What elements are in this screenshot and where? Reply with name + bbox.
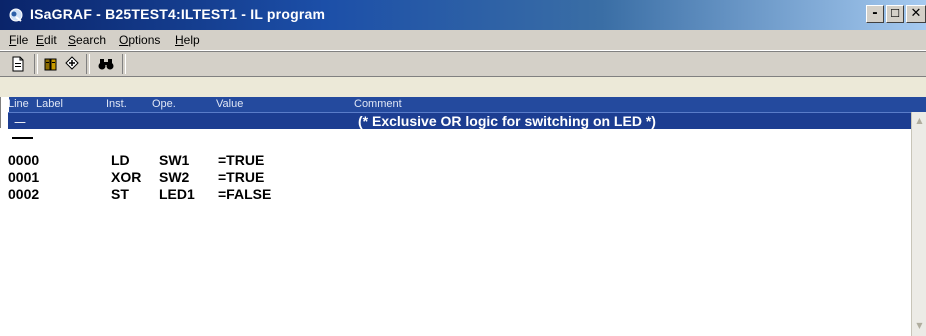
row-value: =TRUE: [218, 169, 265, 185]
maximize-button[interactable]: ☐: [886, 5, 904, 23]
menu-options-label: ptions: [128, 33, 161, 47]
column-label[interactable]: Label: [36, 98, 63, 110]
menu-file[interactable]: File: [9, 33, 28, 47]
compile-icon[interactable]: [62, 54, 82, 74]
toolbar: [0, 51, 926, 77]
column-ope[interactable]: Ope.: [152, 98, 176, 110]
title-bar: ISaGRAF - B25TEST4:ILTEST1 - IL program …: [0, 0, 926, 30]
column-comment[interactable]: Comment: [354, 98, 402, 110]
isagraf-app-icon[interactable]: [8, 7, 24, 23]
toolbar-separator: [34, 54, 38, 74]
menu-edit[interactable]: Edit: [36, 33, 57, 47]
menu-help[interactable]: Help: [175, 33, 200, 47]
row-instruction: ST: [111, 186, 129, 202]
library-icon[interactable]: [42, 54, 62, 74]
il-editor[interactable]: 0000 LD SW1 =TRUE 0001 XOR SW2 =TRUE 000…: [0, 128, 911, 336]
menu-search-mnemonic: S: [68, 33, 77, 47]
row-operand: LED1: [159, 186, 195, 202]
menu-help-label: elp: [183, 33, 200, 47]
menu-options[interactable]: Options: [119, 33, 160, 47]
menu-edit-mnemonic: E: [36, 33, 45, 47]
menu-bar: File Edit Search Options Help: [0, 30, 926, 51]
row-instruction: LD: [111, 152, 130, 168]
row-instruction: XOR: [111, 169, 142, 185]
row-operand: SW2: [159, 169, 190, 185]
vertical-scrollbar[interactable]: ▲ ▼: [911, 112, 926, 336]
row-value: =TRUE: [218, 152, 265, 168]
menu-help-mnemonic: H: [175, 33, 184, 47]
document-icon[interactable]: [8, 54, 28, 74]
minimize-button[interactable]: -: [866, 5, 884, 23]
menu-search-label: earch: [76, 33, 107, 47]
banner-line-marker: —: [14, 115, 26, 129]
column-header-bar: Line Label Inst. Ope. Value Comment: [0, 97, 926, 112]
menu-file-label: ile: [16, 33, 29, 47]
row-line-number: 0002: [8, 186, 40, 202]
menu-options-mnemonic: O: [119, 33, 129, 47]
window-title: ISaGRAF - B25TEST4:ILTEST1 - IL program: [30, 6, 326, 22]
toolbar-separator: [86, 54, 90, 74]
comment-row-selected[interactable]: — (* Exclusive OR logic for switching on…: [8, 112, 911, 129]
row-line-number: 0001: [8, 169, 40, 185]
close-button[interactable]: ✕: [906, 5, 926, 23]
menu-edit-label: dit: [44, 33, 57, 47]
row-line-number: 0000: [8, 152, 40, 168]
column-line[interactable]: Line: [8, 98, 29, 110]
column-inst[interactable]: Inst.: [106, 98, 127, 110]
menu-search[interactable]: Search: [68, 33, 106, 47]
scroll-up-arrow-icon[interactable]: ▲: [914, 114, 925, 128]
separator-line-marker: [12, 137, 33, 139]
binoculars-icon[interactable]: [96, 54, 116, 74]
column-value[interactable]: Value: [216, 98, 243, 110]
scroll-down-arrow-icon[interactable]: ▼: [914, 319, 925, 333]
toolbar-separator: [122, 54, 126, 74]
row-value: =FALSE: [218, 186, 272, 202]
banner-comment-text: (* Exclusive OR logic for switching on L…: [358, 113, 656, 129]
row-operand: SW1: [159, 152, 190, 168]
